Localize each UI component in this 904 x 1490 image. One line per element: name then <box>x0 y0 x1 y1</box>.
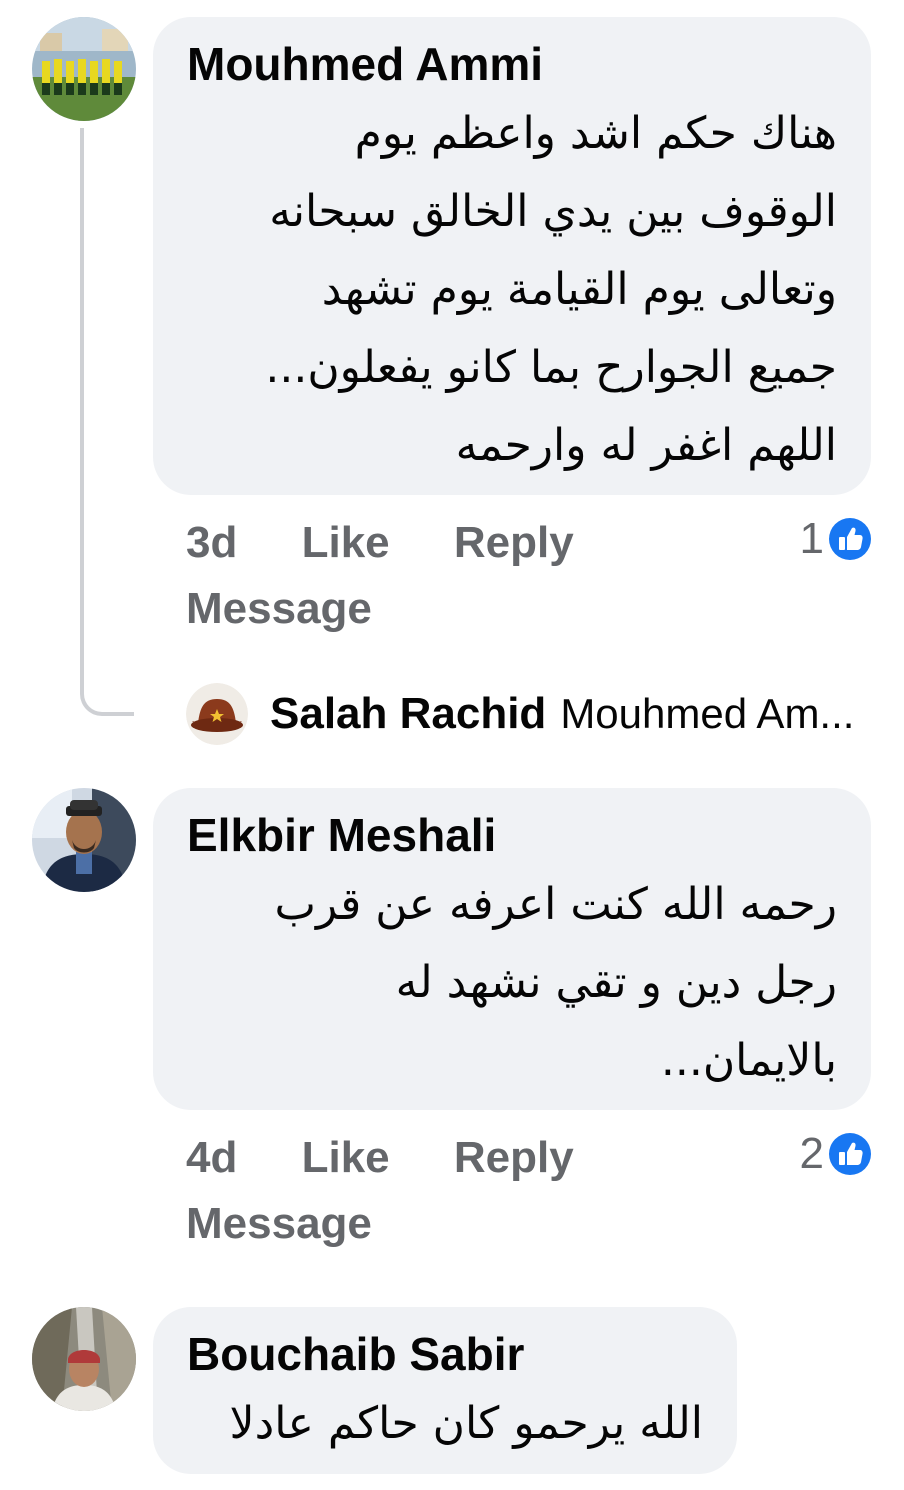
comment-actions: 4d Like Reply Message <box>186 1125 574 1257</box>
comment-text: الله يرحمو كان حاكم عادلا <box>187 1385 703 1463</box>
comment-line: اللهم اغفر له وارحمه <box>455 420 837 471</box>
like-reaction-icon <box>829 1133 871 1175</box>
comment-line: الله يرحمو كان حاكم عادلا <box>229 1398 703 1449</box>
reply-button[interactable]: Reply <box>454 510 574 576</box>
comment-line: هناك حكم اشد واعظم يوم <box>354 108 837 159</box>
message-button[interactable]: Message <box>186 576 372 642</box>
thread-connector <box>80 128 134 716</box>
comment-line: الوقوف بين يدي الخالق سبحانه <box>269 186 837 237</box>
comment-line: بالايمان... <box>660 1035 837 1086</box>
comment-bubble: Mouhmed Ammi هناك حكم اشد واعظم يوم الوق… <box>153 17 871 495</box>
comment-bubble: Elkbir Meshali رحمه الله كنت اعرفه عن قر… <box>153 788 871 1110</box>
comment-author[interactable]: Mouhmed Ammi <box>187 37 837 91</box>
comment-time[interactable]: 4d <box>186 1125 237 1191</box>
avatar-mouhmed-ammi[interactable] <box>32 17 136 121</box>
comment-text: رحمه الله كنت اعرفه عن قرب رجل دين و تقي… <box>187 866 837 1100</box>
comment-author[interactable]: Bouchaib Sabir <box>187 1327 703 1381</box>
message-button[interactable]: Message <box>186 1191 372 1257</box>
comment-time[interactable]: 3d <box>186 510 237 576</box>
avatar-elkbir-meshali[interactable] <box>32 788 136 892</box>
avatar-salah-rachid[interactable] <box>186 683 248 745</box>
reaction-count: 2 <box>799 1129 824 1178</box>
like-reaction-icon <box>829 518 871 560</box>
like-button[interactable]: Like <box>302 1125 390 1191</box>
comment-actions: 3d Like Reply Message <box>186 510 574 642</box>
comment-bubble: Bouchaib Sabir الله يرحمو كان حاكم عادلا <box>153 1307 737 1474</box>
reply-button[interactable]: Reply <box>454 1125 574 1191</box>
reaction-summary[interactable]: 2 <box>800 1129 872 1179</box>
reply-preview-row[interactable]: Salah Rachid Mouhmed Am... <box>186 682 854 746</box>
reaction-count: 1 <box>799 514 824 563</box>
comment-line: رحمه الله كنت اعرفه عن قرب <box>274 879 837 930</box>
reply-preview-text: Mouhmed Am... <box>560 690 855 737</box>
comment-line: رجل دين و تقي نشهد له <box>395 957 837 1008</box>
reply-author[interactable]: Salah Rachid <box>270 689 546 739</box>
comment-line: وتعالى يوم القيامة يوم تشهد <box>321 264 837 315</box>
reaction-summary[interactable]: 1 <box>800 514 872 564</box>
avatar-bouchaib-sabir[interactable] <box>32 1307 136 1411</box>
comment-text: هناك حكم اشد واعظم يوم الوقوف بين يدي ال… <box>187 95 837 485</box>
comment-author[interactable]: Elkbir Meshali <box>187 808 837 862</box>
comment-line: جميع الجوارح بما كانو يفعلون... <box>265 342 837 393</box>
like-button[interactable]: Like <box>302 510 390 576</box>
